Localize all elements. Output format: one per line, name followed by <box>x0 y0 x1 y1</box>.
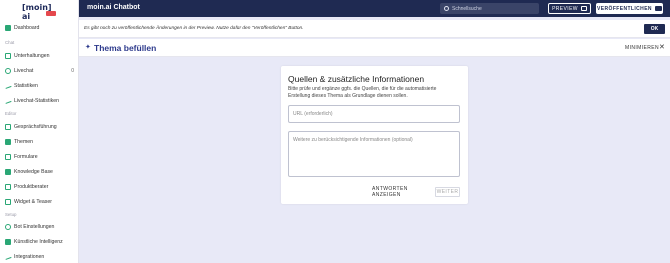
sidebar-item-livechat[interactable]: Livechat 0 <box>0 64 79 78</box>
panel-header: ✦ Thema befüllen MINIMIEREN ✕ <box>79 39 670 57</box>
sidebar-item-label: Produktberater <box>14 184 49 190</box>
sidebar-item-gespraechsfuehrung[interactable]: Gesprächsführung <box>0 120 79 134</box>
settings-icon <box>5 224 11 230</box>
search-input[interactable] <box>452 5 532 12</box>
close-icon[interactable]: ✕ <box>659 43 665 51</box>
next-button[interactable]: WEITER <box>435 187 460 197</box>
sidebar-item-label: Statistiken <box>14 83 38 89</box>
sidebar-item-produktberater[interactable]: Produktberater <box>0 180 79 194</box>
sidebar-item-integrationen[interactable]: Integrationen <box>0 250 79 263</box>
sidebar-item-bot-einstellungen[interactable]: Bot Einstellungen <box>0 220 79 234</box>
chat-icon <box>5 53 11 59</box>
minimize-button[interactable]: MINIMIEREN <box>625 45 659 51</box>
dashboard-icon <box>5 25 11 31</box>
form-icon <box>5 154 11 160</box>
sidebar-item-label: Künstliche Intelligenz <box>14 239 63 245</box>
section-label-editor: Editor <box>5 111 17 116</box>
logo-badge <box>46 11 56 16</box>
publish-label: VERÖFFENTLICHEN <box>597 5 652 12</box>
sources-card: Quellen & zusätzliche Informationen Bitt… <box>281 66 468 204</box>
notice-text: Es gibt noch zu veröffentlichende Änderu… <box>84 26 304 31</box>
card-description: Bitte prüfe und ergänze ggfs. die Quelle… <box>288 86 437 99</box>
livechat-icon <box>5 68 11 74</box>
sidebar-item-label: Gesprächsführung <box>14 124 57 130</box>
sidebar-item-formulare[interactable]: Formulare <box>0 150 79 164</box>
top-bar: moin.ai Chatbot PREVIEW VERÖFFENTLICHEN <box>79 0 670 17</box>
sidebar-item-statistiken[interactable]: Statistiken <box>0 79 79 93</box>
sidebar-item-label: Dashboard <box>14 25 40 31</box>
sidebar-item-label: Themen <box>14 139 34 145</box>
preview-label: PREVIEW <box>552 5 578 12</box>
thumbs-up-icon <box>5 184 11 190</box>
sidebar-item-label: Widget & Teaser <box>14 199 52 205</box>
livechat-count: 0 <box>71 68 74 74</box>
card-title: Quellen & zusätzliche Informationen <box>288 74 425 84</box>
unpublished-notice: Es gibt noch zu veröffentlichende Änderu… <box>79 20 670 38</box>
ok-button[interactable]: OK <box>644 24 665 34</box>
sidebar-item-widget-teaser[interactable]: Widget & Teaser <box>0 195 79 209</box>
sidebar: [moin] ai Dashboard Chat Unterhaltungen … <box>0 0 79 263</box>
search-icon <box>444 6 449 11</box>
sparkle-icon: ✦ <box>85 44 91 51</box>
sidebar-item-label: Livechat <box>14 68 34 74</box>
flow-icon <box>5 124 11 130</box>
url-field[interactable] <box>288 105 460 123</box>
additional-info-field[interactable] <box>288 131 460 177</box>
sidebar-item-label: Livechat-Statistiken <box>14 98 59 104</box>
preview-button[interactable]: PREVIEW <box>548 3 591 14</box>
panel-title: Thema befüllen <box>94 43 157 53</box>
chart-icon <box>4 98 12 104</box>
chart-icon <box>4 83 12 89</box>
sidebar-item-kuenstliche-intelligenz[interactable]: Künstliche Intelligenz <box>0 235 79 249</box>
sidebar-item-unterhaltungen[interactable]: Unterhaltungen <box>0 49 79 63</box>
integrations-icon <box>4 254 12 260</box>
sidebar-item-knowledge-base[interactable]: Knowledge Base <box>0 165 79 179</box>
section-label-setup: Setup <box>5 212 17 217</box>
app-title: moin.ai Chatbot <box>87 4 140 11</box>
section-label-chat: Chat <box>5 40 15 45</box>
sidebar-item-label: Formulare <box>14 154 38 160</box>
search-box[interactable] <box>440 3 539 14</box>
ai-icon <box>5 239 11 245</box>
sidebar-item-dashboard[interactable]: Dashboard <box>0 21 79 35</box>
sidebar-item-label: Unterhaltungen <box>14 53 50 59</box>
widget-icon <box>5 199 11 205</box>
sidebar-item-label: Knowledge Base <box>14 169 53 175</box>
publish-button[interactable]: VERÖFFENTLICHEN <box>596 3 663 14</box>
sidebar-item-label: Integrationen <box>14 254 45 260</box>
show-answers-button[interactable]: ANTWORTEN ANZEIGEN <box>372 186 432 198</box>
topics-icon <box>5 139 11 145</box>
preview-icon <box>580 6 587 11</box>
sidebar-item-label: Bot Einstellungen <box>14 224 55 230</box>
book-icon <box>5 169 11 175</box>
truck-icon <box>654 6 662 11</box>
sidebar-item-themen[interactable]: Themen <box>0 135 79 149</box>
sidebar-item-livechat-statistiken[interactable]: Livechat-Statistiken <box>0 94 79 108</box>
